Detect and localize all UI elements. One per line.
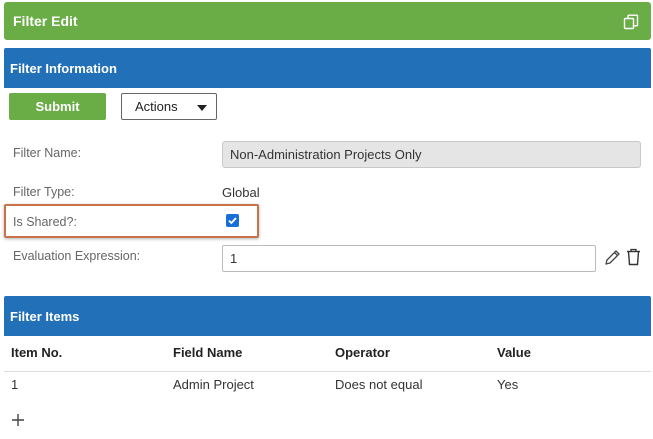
column-header-operator: Operator: [335, 345, 390, 360]
column-header-field-name: Field Name: [173, 345, 243, 360]
actions-label: Actions: [135, 99, 178, 114]
filter-type-label: Filter Type:: [13, 185, 75, 199]
actions-dropdown-button[interactable]: Actions: [121, 93, 217, 120]
filter-type-value: Global: [222, 185, 260, 200]
cell-field-name: Admin Project: [173, 377, 254, 392]
add-icon[interactable]: [11, 413, 25, 427]
column-header-value: Value: [497, 345, 531, 360]
cell-item-no: 1: [11, 377, 19, 392]
chevron-down-icon: [197, 105, 207, 111]
page-title: Filter Edit: [13, 13, 78, 29]
filter-items-panel: Filter Items Item No. Field Name Operato…: [4, 296, 651, 435]
title-bar: Filter Edit: [4, 2, 651, 40]
evaluation-expression-input[interactable]: [222, 245, 596, 272]
pencil-icon[interactable]: [604, 249, 621, 266]
filter-information-header: Filter Information: [4, 48, 651, 88]
cell-value: Yes: [497, 377, 519, 392]
filter-information-panel: Filter Information Submit Actions Filter…: [4, 48, 651, 288]
filter-name-field[interactable]: [222, 141, 641, 168]
column-header-item-no: Item No.: [11, 345, 63, 360]
evaluation-expression-label: Evaluation Expression:: [13, 249, 141, 263]
cell-operator: Does not equal: [335, 377, 423, 392]
table-header: Item No. Field Name Operator Value: [4, 336, 651, 372]
submit-button[interactable]: Submit: [9, 93, 106, 120]
is-shared-checkbox[interactable]: [226, 214, 239, 227]
copy-icon[interactable]: [623, 14, 639, 30]
is-shared-label: Is Shared?:: [13, 215, 77, 229]
filter-items-header: Filter Items: [4, 296, 651, 336]
table-row[interactable]: 1 Admin Project Does not equal Yes: [4, 372, 651, 397]
trash-icon[interactable]: [626, 248, 641, 266]
filter-name-label: Filter Name:: [13, 146, 82, 160]
